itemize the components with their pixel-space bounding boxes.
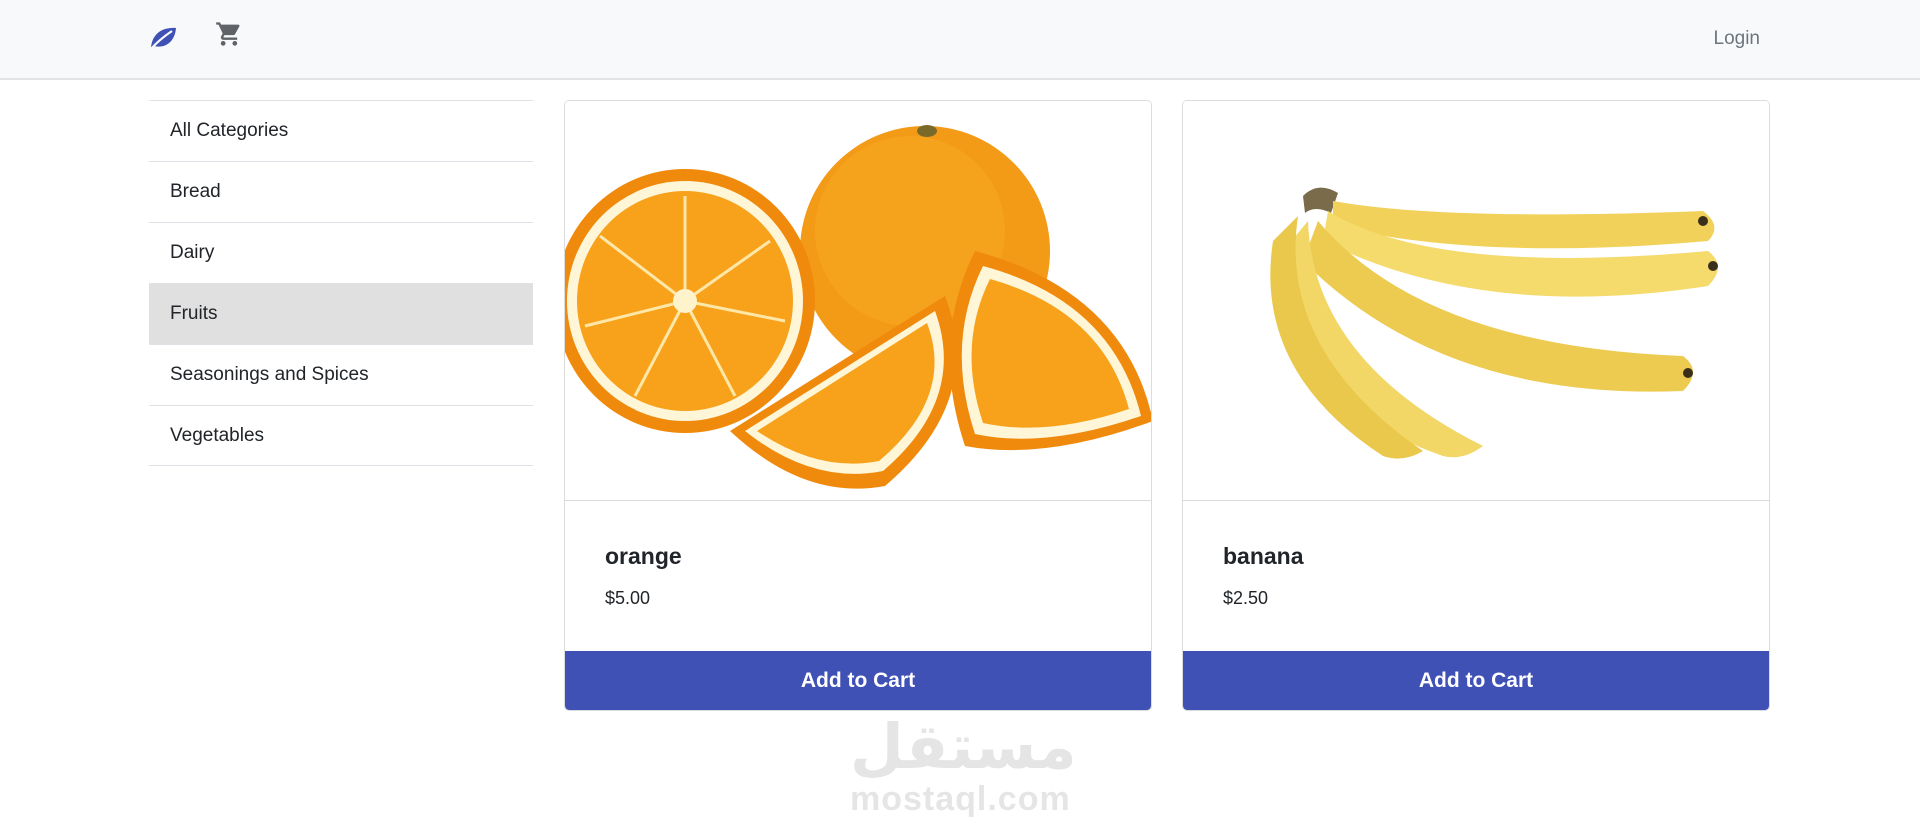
- add-to-cart-button[interactable]: Add to Cart: [565, 651, 1151, 710]
- watermark-latin: mostaql.com: [850, 780, 1071, 818]
- product-price: $5.00: [605, 588, 651, 608]
- category-item-fruits[interactable]: Fruits: [149, 283, 533, 344]
- product-name: banana: [1223, 543, 1304, 569]
- category-item-seasonings[interactable]: Seasonings and Spices: [149, 344, 533, 405]
- product-card: banana $2.50 Add to Cart: [1182, 100, 1770, 711]
- navbar: Login: [0, 0, 1920, 80]
- watermark-arabic: مستقل: [850, 710, 1077, 783]
- product-image-banana[interactable]: [1183, 101, 1769, 501]
- category-item-vegetables[interactable]: Vegetables: [149, 405, 533, 466]
- product-card: orange $5.00 Add to Cart: [564, 100, 1152, 711]
- category-item-all[interactable]: All Categories: [149, 100, 533, 161]
- category-list: All Categories Bread Dairy Fruits Season…: [149, 100, 533, 466]
- watermark: مستقل mostaql.com: [850, 710, 1077, 817]
- category-item-dairy[interactable]: Dairy: [149, 222, 533, 283]
- add-to-cart-button[interactable]: Add to Cart: [1183, 651, 1769, 710]
- leaf-icon[interactable]: [148, 24, 178, 52]
- product-price: $2.50: [1223, 588, 1269, 608]
- category-item-bread[interactable]: Bread: [149, 161, 533, 222]
- product-image-orange[interactable]: [565, 101, 1151, 501]
- product-name: orange: [605, 543, 682, 569]
- login-link[interactable]: Login: [1714, 28, 1761, 50]
- product-info: orange $5.00: [605, 541, 682, 609]
- product-info: banana $2.50: [1223, 541, 1304, 609]
- cart-icon[interactable]: [215, 20, 243, 48]
